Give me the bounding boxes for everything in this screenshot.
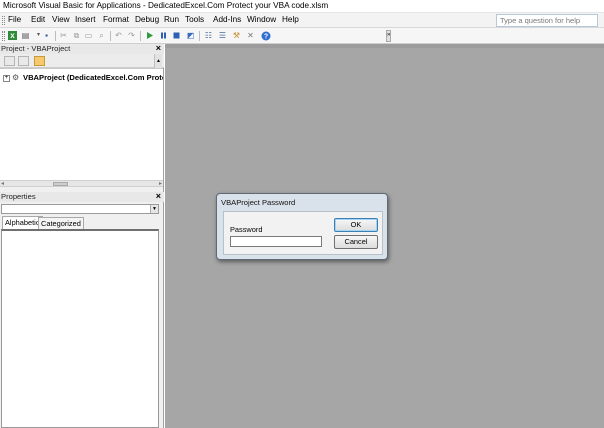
project-scroll-up-icon[interactable]: ▲: [154, 54, 162, 68]
copy-icon[interactable]: ⧉: [72, 31, 81, 40]
toggle-folders-button[interactable]: [34, 56, 45, 66]
redo-icon[interactable]: ↷: [127, 31, 136, 40]
object-browser-icon[interactable]: ⚒: [232, 31, 241, 40]
break-icon[interactable]: [159, 31, 168, 40]
svg-text:?: ?: [264, 34, 268, 41]
toolbar-options-chevron-icon[interactable]: »: [386, 30, 391, 42]
menu-edit[interactable]: Edit: [31, 15, 45, 24]
menu-tools[interactable]: Tools: [185, 15, 204, 24]
scrollbar-thumb[interactable]: [53, 182, 68, 186]
toolbar-separator: [110, 31, 111, 41]
menu-format[interactable]: Format: [103, 15, 129, 24]
properties-grid: [1, 229, 159, 428]
cancel-button[interactable]: Cancel: [334, 235, 378, 249]
menu-insert[interactable]: Insert: [75, 15, 95, 24]
password-label: Password: [230, 225, 263, 234]
view-excel-icon[interactable]: x: [8, 31, 17, 40]
tab-alphabetic[interactable]: Alphabetic: [2, 216, 43, 229]
properties-pane-title: Properties: [1, 192, 36, 201]
toolbar-separator: [140, 31, 141, 41]
scroll-left-icon[interactable]: ◂: [1, 180, 4, 187]
toolbox-icon[interactable]: ✕: [246, 31, 255, 40]
cut-icon[interactable]: ✂: [59, 31, 68, 40]
properties-pane-header: Properties ×: [0, 192, 164, 202]
reset-icon[interactable]: [172, 31, 181, 40]
project-explorer-icon[interactable]: ☷: [204, 31, 213, 40]
view-object-button[interactable]: [18, 56, 29, 66]
left-panel: Project - VBAProject × ▲ + ⚙ VBAProject (D…: [0, 44, 164, 428]
toolbar-separator: [55, 31, 56, 41]
tree-item-vbaproject[interactable]: +⚙VBAProject (DedicatedExcel.Com Protect…: [3, 73, 163, 82]
view-code-button[interactable]: [4, 56, 15, 66]
project-tree: +⚙VBAProject (DedicatedExcel.Com Protect…: [0, 68, 163, 180]
menu-bar: File Edit View Insert Format Debug Run T…: [0, 13, 604, 28]
window-title: Microsoft Visual Basic for Applications …: [3, 1, 329, 10]
toolbar-separator: [199, 31, 200, 41]
workspace-top-strip: [165, 44, 604, 48]
vbaproject-password-dialog: VBAProject Password Password OK Cancel: [216, 193, 388, 260]
project-horizontal-scrollbar[interactable]: ◂ ▸: [0, 180, 163, 187]
vbaproject-icon: ⚙: [12, 73, 20, 82]
chevron-down-icon[interactable]: ▼: [150, 205, 158, 213]
find-icon[interactable]: ⌕: [97, 31, 106, 40]
title-bar: Microsoft Visual Basic for Applications …: [0, 0, 604, 13]
tab-categorized[interactable]: Categorized: [38, 217, 84, 229]
project-pane-toolbar: [0, 54, 164, 68]
help-search-input[interactable]: Type a question for help: [496, 14, 598, 27]
toolbar-grip[interactable]: [2, 31, 5, 41]
menu-file[interactable]: File: [8, 15, 21, 24]
scroll-right-icon[interactable]: ▸: [159, 180, 162, 187]
undo-icon[interactable]: ↶: [114, 31, 123, 40]
expand-plus-icon[interactable]: +: [3, 74, 10, 82]
paste-icon[interactable]: ▭: [84, 31, 93, 40]
insert-module-icon[interactable]: ▤: [21, 31, 30, 40]
project-pane-title: Project - VBAProject: [1, 44, 71, 53]
tree-item-label: VBAProject (DedicatedExcel.Com Protect y…: [23, 73, 163, 82]
menu-window[interactable]: Window: [247, 15, 276, 24]
run-icon[interactable]: [145, 31, 154, 40]
menubar-grip[interactable]: [2, 16, 5, 25]
dialog-title: VBAProject Password: [221, 198, 296, 207]
properties-window-icon[interactable]: ☰: [218, 31, 227, 40]
password-input[interactable]: [230, 236, 322, 247]
project-pane-header: Project - VBAProject ×: [0, 44, 164, 54]
menu-add-ins[interactable]: Add-Ins: [213, 15, 241, 24]
help-icon[interactable]: ?: [261, 31, 271, 41]
project-pane-close-icon[interactable]: ×: [156, 44, 161, 53]
object-select[interactable]: ▼: [1, 204, 159, 214]
save-icon[interactable]: ▪: [42, 31, 51, 40]
menu-help[interactable]: Help: [282, 15, 299, 24]
standard-toolbar: x ▤ ▾ ▪ ✂ ⧉ ▭ ⌕ ↶ ↷ ◩ ☷ ☰ ⚒ ✕ ? »: [0, 28, 604, 44]
properties-pane-close-icon[interactable]: ×: [156, 192, 161, 201]
menu-view[interactable]: View: [52, 15, 70, 24]
design-mode-icon[interactable]: ◩: [186, 31, 195, 40]
ok-button[interactable]: OK: [334, 218, 378, 232]
dialog-body: Password OK Cancel: [223, 211, 383, 255]
menu-debug[interactable]: Debug: [135, 15, 159, 24]
menu-run[interactable]: Run: [164, 15, 179, 24]
properties-tabs: Alphabetic Categorized: [0, 216, 164, 229]
